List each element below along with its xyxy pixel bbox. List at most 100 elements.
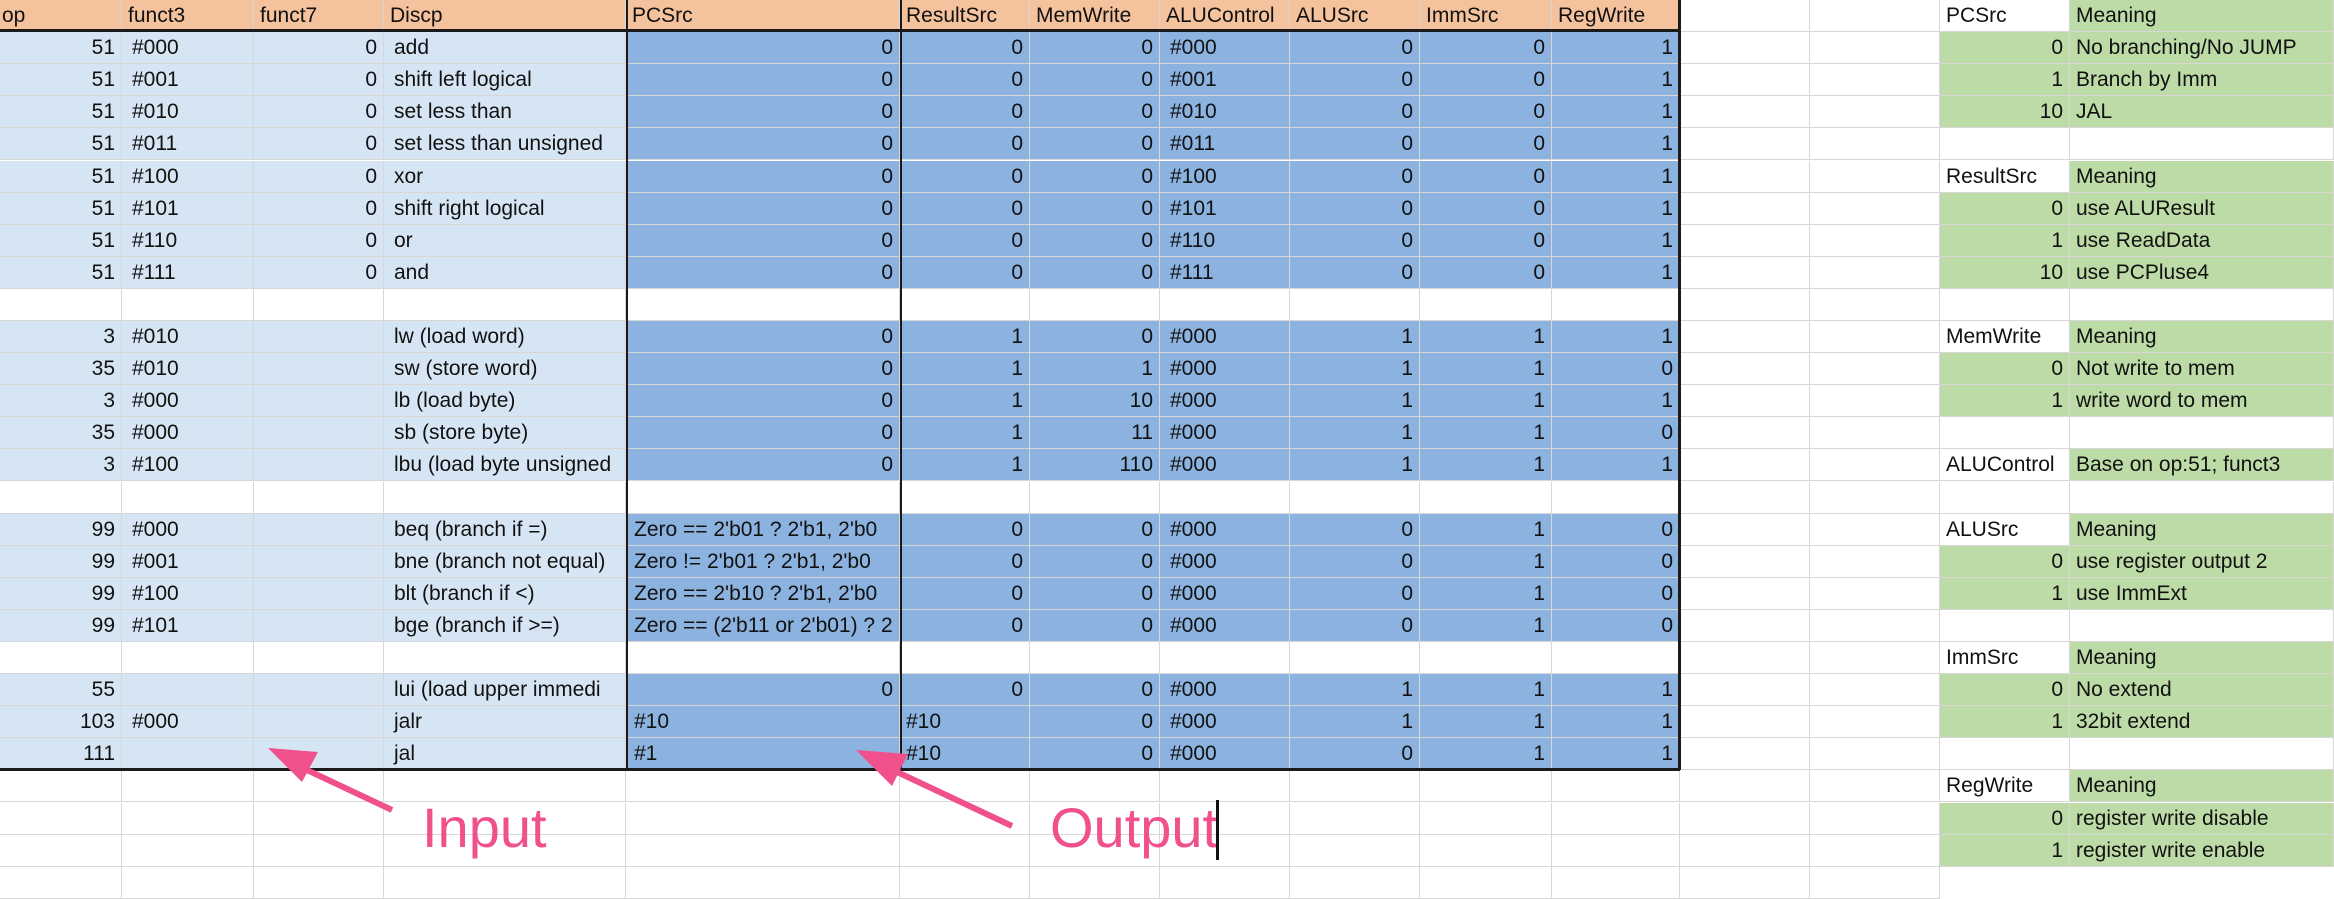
table-cell-alucontrol[interactable]: #000: [1160, 385, 1290, 417]
table-cell-funct7[interactable]: [254, 738, 384, 770]
table-cell-resultsrc[interactable]: 0: [900, 257, 1030, 289]
table-cell-immsrc[interactable]: 1: [1420, 321, 1552, 353]
table-cell-discp[interactable]: jal: [384, 738, 626, 770]
table-cell-funct3[interactable]: #011: [122, 128, 254, 160]
empty-cell[interactable]: [1680, 835, 1810, 867]
table-cell-funct7[interactable]: [254, 353, 384, 385]
table-cell-immsrc[interactable]: 1: [1420, 353, 1552, 385]
table-cell-alucontrol[interactable]: #000: [1160, 417, 1290, 449]
table-cell-op[interactable]: 99: [0, 578, 122, 610]
table-cell-discp[interactable]: beq (branch if =): [384, 514, 626, 546]
table-cell-alucontrol[interactable]: #000: [1160, 610, 1290, 642]
table-cell-regwrite[interactable]: 0: [1552, 353, 1680, 385]
empty-cell[interactable]: [900, 835, 1030, 867]
empty-cell[interactable]: [1552, 803, 1680, 835]
empty-cell[interactable]: [1030, 642, 1160, 674]
empty-cell[interactable]: [2070, 610, 2334, 642]
table-cell-funct3[interactable]: #100: [122, 161, 254, 193]
empty-cell[interactable]: [1810, 161, 1940, 193]
column-header-alusrc[interactable]: ALUSrc: [1290, 0, 1420, 32]
empty-cell[interactable]: [1810, 289, 1940, 321]
table-cell-regwrite[interactable]: 1: [1552, 161, 1680, 193]
table-cell-pcsrc[interactable]: 0: [626, 96, 900, 128]
table-cell-alusrc[interactable]: 0: [1290, 514, 1420, 546]
table-cell-memwrite[interactable]: 0: [1030, 674, 1160, 706]
empty-cell[interactable]: [1680, 385, 1810, 417]
legend-key[interactable]: 0: [1940, 803, 2070, 835]
table-cell-funct7[interactable]: 0: [254, 193, 384, 225]
table-cell-resultsrc[interactable]: #10: [900, 706, 1030, 738]
empty-cell[interactable]: [1680, 64, 1810, 96]
legend-value[interactable]: No extend: [2070, 674, 2334, 706]
empty-cell[interactable]: [1160, 289, 1290, 321]
empty-cell[interactable]: [122, 289, 254, 321]
table-cell-regwrite[interactable]: 1: [1552, 706, 1680, 738]
empty-cell[interactable]: [1680, 449, 1810, 481]
legend-value[interactable]: JAL: [2070, 96, 2334, 128]
table-cell-memwrite[interactable]: 1: [1030, 353, 1160, 385]
empty-cell[interactable]: [1810, 321, 1940, 353]
empty-cell[interactable]: [1160, 642, 1290, 674]
table-cell-alusrc[interactable]: 0: [1290, 225, 1420, 257]
empty-cell[interactable]: [626, 482, 900, 514]
table-cell-memwrite[interactable]: 0: [1030, 161, 1160, 193]
table-cell-discp[interactable]: and: [384, 257, 626, 289]
column-header-discp[interactable]: Discp: [384, 0, 626, 32]
legend-value[interactable]: Meaning: [2070, 0, 2334, 32]
table-cell-pcsrc[interactable]: 0: [626, 161, 900, 193]
empty-cell[interactable]: [1940, 610, 2070, 642]
empty-cell[interactable]: [1810, 0, 1940, 32]
table-cell-regwrite[interactable]: 0: [1552, 578, 1680, 610]
empty-cell[interactable]: [1680, 193, 1810, 225]
table-cell-op[interactable]: 51: [0, 193, 122, 225]
empty-cell[interactable]: [384, 289, 626, 321]
table-cell-resultsrc[interactable]: 0: [900, 96, 1030, 128]
empty-cell[interactable]: [1420, 289, 1552, 321]
table-cell-pcsrc[interactable]: 0: [626, 64, 900, 96]
legend-value[interactable]: register write disable: [2070, 803, 2334, 835]
legend-key[interactable]: 0: [1940, 32, 2070, 64]
empty-cell[interactable]: [1810, 770, 1940, 802]
empty-cell[interactable]: [1680, 32, 1810, 64]
empty-cell[interactable]: [122, 770, 254, 802]
table-cell-immsrc[interactable]: 1: [1420, 674, 1552, 706]
legend-value[interactable]: Meaning: [2070, 642, 2334, 674]
table-cell-op[interactable]: 51: [0, 64, 122, 96]
table-cell-funct3[interactable]: #000: [122, 385, 254, 417]
table-cell-discp[interactable]: lw (load word): [384, 321, 626, 353]
table-cell-pcsrc[interactable]: 0: [626, 225, 900, 257]
table-cell-alusrc[interactable]: 1: [1290, 706, 1420, 738]
table-cell-memwrite[interactable]: 0: [1030, 738, 1160, 770]
empty-cell[interactable]: [1940, 482, 2070, 514]
empty-cell[interactable]: [1680, 738, 1810, 770]
table-cell-discp[interactable]: bge (branch if >=): [384, 610, 626, 642]
table-cell-funct7[interactable]: [254, 610, 384, 642]
empty-cell[interactable]: [900, 770, 1030, 802]
table-cell-resultsrc[interactable]: 1: [900, 417, 1030, 449]
empty-cell[interactable]: [626, 770, 900, 802]
table-cell-regwrite[interactable]: 1: [1552, 64, 1680, 96]
empty-cell[interactable]: [1290, 770, 1420, 802]
table-cell-alusrc[interactable]: 0: [1290, 128, 1420, 160]
empty-cell[interactable]: [1810, 385, 1940, 417]
table-cell-funct3[interactable]: #010: [122, 353, 254, 385]
empty-cell[interactable]: [1420, 803, 1552, 835]
empty-cell[interactable]: [1030, 289, 1160, 321]
empty-cell[interactable]: [1680, 96, 1810, 128]
table-cell-discp[interactable]: blt (branch if <): [384, 578, 626, 610]
empty-cell[interactable]: [1680, 321, 1810, 353]
empty-cell[interactable]: [254, 289, 384, 321]
table-cell-resultsrc[interactable]: 0: [900, 64, 1030, 96]
empty-cell[interactable]: [122, 642, 254, 674]
table-cell-discp[interactable]: set less than: [384, 96, 626, 128]
table-cell-pcsrc[interactable]: Zero == 2'b01 ? 2'b1, 2'b0: [626, 514, 900, 546]
legend-key[interactable]: 1: [1940, 578, 2070, 610]
table-cell-funct3[interactable]: #101: [122, 610, 254, 642]
table-cell-discp[interactable]: lui (load upper immedi: [384, 674, 626, 706]
table-cell-funct3[interactable]: #101: [122, 193, 254, 225]
table-cell-memwrite[interactable]: 0: [1030, 321, 1160, 353]
table-cell-resultsrc[interactable]: 0: [900, 546, 1030, 578]
table-cell-alucontrol[interactable]: #000: [1160, 578, 1290, 610]
table-cell-regwrite[interactable]: 1: [1552, 385, 1680, 417]
empty-cell[interactable]: [1680, 161, 1810, 193]
